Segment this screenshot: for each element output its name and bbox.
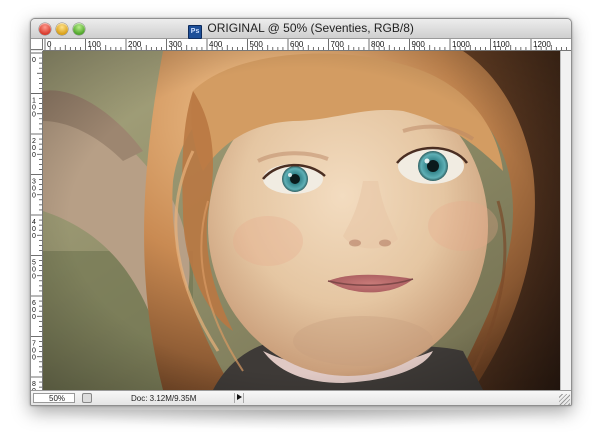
vertical-ruler-ticks: 0100200300400500600700800 [31,52,42,390]
status-menu-arrow-icon[interactable] [234,393,244,403]
horizontal-ruler-label: 700 [331,40,345,49]
ruler-origin-corner[interactable] [31,39,43,50]
vertical-ruler-label-digit: 0 [32,233,36,240]
horizontal-ruler-label: 100 [88,40,102,49]
zoom-level-field[interactable]: 50% [33,393,75,403]
vertical-ruler-label-digit: 0 [32,57,36,64]
photoshop-document-icon: Ps [188,25,203,39]
horizontal-ruler-label: 900 [412,40,426,49]
horizontal-ruler-label: 300 [169,40,183,49]
vertical-ruler-label-digit: 8 [32,381,36,388]
resize-grip-icon[interactable] [559,394,570,405]
vertical-ruler-label-digit: 0 [32,307,36,314]
horizontal-scrollbar[interactable] [245,393,555,403]
vertical-ruler-label-digit: 0 [32,105,36,112]
portrait-photo [43,51,560,390]
horizontal-ruler-label: 1200 [533,40,551,49]
vertical-ruler-label-digit: 3 [32,179,36,186]
vertical-ruler-label-digit: 5 [32,260,36,267]
vertical-ruler-label-digit: 1 [32,98,36,105]
vertical-ruler-label-digit: 7 [32,341,36,348]
vertical-scrollbar[interactable] [560,51,571,390]
vertical-ruler-label-digit: 0 [32,186,36,193]
vertical-ruler-label-digit: 0 [32,226,36,233]
horizontal-ruler[interactable]: 0 100 200 300 400 500 600 700 800 900 1000 1100 1200 [43,39,571,51]
vertical-ruler-label-digit: 0 [32,348,36,355]
vertical-ruler-label-digit: 0 [32,355,36,362]
vertical-ruler-label-digit: 0 [32,314,36,321]
window-shadow [40,410,560,430]
document-size-info[interactable]: Doc: 3.12M/9.35M [131,394,196,403]
title-bar[interactable]: Ps ORIGINAL @ 50% (Seventies, RGB/8) [31,19,571,39]
vertical-ruler-label-digit: 6 [32,300,36,307]
horizontal-ruler-label: 600 [290,40,304,49]
vertical-ruler-label-digit: 0 [32,112,36,119]
vertical-ruler[interactable]: 0100200300400500600700800 [31,51,43,390]
vertical-ruler-label-digit: 0 [32,152,36,159]
window-title: ORIGINAL @ 50% (Seventies, RGB/8) [207,21,414,35]
horizontal-ruler-label: 200 [128,40,142,49]
horizontal-ruler-label: 400 [209,40,223,49]
status-bar: 50% Doc: 3.12M/9.35M [31,390,571,405]
vertical-ruler-label-digit: 0 [32,145,36,152]
image-canvas[interactable] [43,51,560,390]
vertical-ruler-label-digit: 4 [32,219,36,226]
horizontal-ruler-label: 0 [47,40,52,49]
window-title-container: Ps ORIGINAL @ 50% (Seventies, RGB/8) [31,21,571,39]
vertical-ruler-label-digit: 0 [32,193,36,200]
horizontal-ruler-label: 800 [371,40,385,49]
vertical-ruler-label-digit: 0 [32,267,36,274]
document-window: Ps ORIGINAL @ 50% (Seventies, RGB/8) 0 10… [30,18,572,406]
vertical-ruler-label-digit: 2 [32,138,36,145]
vertical-ruler-label-digit: 0 [32,274,36,281]
horizontal-ruler-label: 1000 [452,40,470,49]
horizontal-ruler-label: 500 [250,40,264,49]
status-menu-icon[interactable] [82,393,92,403]
horizontal-ruler-label: 1100 [493,40,511,49]
horizontal-ruler-ticks: 0 100 200 300 400 500 600 700 800 900 1000 1100 1200 [44,39,567,50]
